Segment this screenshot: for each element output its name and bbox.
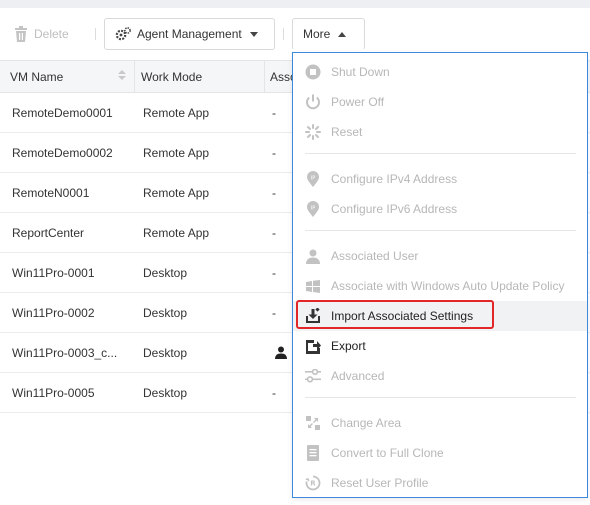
more-dropdown-menu: Shut Down Power Off Reset IP Configure I…	[292, 52, 588, 498]
menu-item-shut-down[interactable]: Shut Down	[293, 57, 587, 87]
more-button[interactable]: More	[292, 18, 365, 50]
svg-text:IP: IP	[311, 206, 316, 212]
menu-item-configure-ipv4[interactable]: IP Configure IPv4 Address	[293, 164, 587, 194]
work-mode-cell: Desktop	[143, 266, 188, 280]
menu-divider	[305, 153, 576, 154]
associated-cell: -	[272, 186, 276, 200]
more-label: More	[303, 27, 331, 41]
menu-item-import-associated-settings[interactable]: Import Associated Settings	[293, 301, 587, 331]
spinner-icon	[305, 124, 321, 140]
sort-icon[interactable]	[118, 70, 126, 80]
column-header-work-mode[interactable]: Work Mode	[135, 61, 265, 93]
vm-name-cell: RemoteN0001	[12, 186, 90, 200]
svg-text:IP: IP	[311, 176, 316, 182]
caret-up-icon	[338, 31, 347, 37]
svg-text:R: R	[310, 480, 316, 488]
vm-name-cell: Win11Pro-0002	[12, 306, 95, 320]
associated-cell: -	[272, 266, 276, 280]
vm-name-cell: Win11Pro-0001	[12, 266, 95, 280]
work-mode-cell: Remote App	[143, 186, 210, 200]
vm-name-cell: Win11Pro-0003_c...	[12, 346, 118, 360]
work-mode-cell: Remote App	[143, 146, 210, 160]
work-mode-cell: Desktop	[143, 386, 188, 400]
work-mode-cell: Remote App	[143, 226, 210, 240]
ip-pin-icon: IP	[305, 201, 321, 217]
associated-cell: -	[272, 106, 276, 120]
import-icon	[305, 308, 321, 324]
power-icon	[305, 94, 321, 110]
menu-item-windows-auto-update-policy[interactable]: Associate with Windows Auto Update Polic…	[293, 271, 587, 301]
top-strip	[0, 0, 590, 8]
vm-name-cell: Win11Pro-0005	[12, 386, 95, 400]
user-icon	[305, 248, 321, 264]
agent-management-label: Agent Management	[137, 27, 242, 41]
associated-cell: -	[272, 146, 276, 160]
work-mode-cell: Remote App	[143, 106, 210, 120]
work-mode-cell: Desktop	[143, 306, 188, 320]
vm-name-cell: RemoteDemo0001	[12, 106, 113, 120]
vm-name-cell: RemoteDemo0002	[12, 146, 113, 160]
trash-icon	[14, 26, 28, 42]
menu-item-associated-user[interactable]: Associated User	[293, 241, 587, 271]
document-icon	[305, 445, 321, 461]
windows-icon	[305, 278, 321, 294]
delete-button[interactable]: Delete	[6, 18, 79, 50]
associated-cell: -	[272, 386, 276, 400]
work-mode-cell: Desktop	[143, 346, 188, 360]
associated-cell: -	[272, 226, 276, 240]
menu-item-change-area[interactable]: Change Area	[293, 408, 587, 438]
change-area-icon	[305, 415, 321, 431]
menu-item-convert-to-full-clone[interactable]: Convert to Full Clone	[293, 438, 587, 468]
sliders-icon	[305, 368, 321, 384]
menu-item-advanced[interactable]: Advanced	[293, 361, 587, 391]
caret-down-icon	[249, 31, 258, 37]
menu-divider	[305, 397, 576, 398]
menu-item-export[interactable]: Export	[293, 331, 587, 361]
stop-circle-icon	[305, 64, 321, 80]
export-icon	[305, 338, 321, 354]
toolbar-separator	[95, 28, 96, 40]
menu-item-configure-ipv6[interactable]: IP Configure IPv6 Address	[293, 194, 587, 224]
reset-profile-icon: R	[305, 475, 321, 491]
menu-divider	[305, 230, 576, 231]
toolbar-separator	[283, 28, 284, 40]
gears-icon	[115, 27, 131, 41]
menu-item-reset-user-profile[interactable]: R Reset User Profile	[293, 468, 587, 498]
ip-pin-icon: IP	[305, 171, 321, 187]
associated-cell: -	[272, 306, 276, 320]
delete-label: Delete	[34, 27, 69, 41]
user-icon	[275, 346, 287, 362]
column-header-vm-name[interactable]: VM Name	[0, 61, 135, 93]
agent-management-button[interactable]: Agent Management	[104, 18, 275, 50]
menu-item-power-off[interactable]: Power Off	[293, 87, 587, 117]
vm-name-cell: ReportCenter	[12, 226, 85, 240]
menu-item-reset[interactable]: Reset	[293, 117, 587, 147]
